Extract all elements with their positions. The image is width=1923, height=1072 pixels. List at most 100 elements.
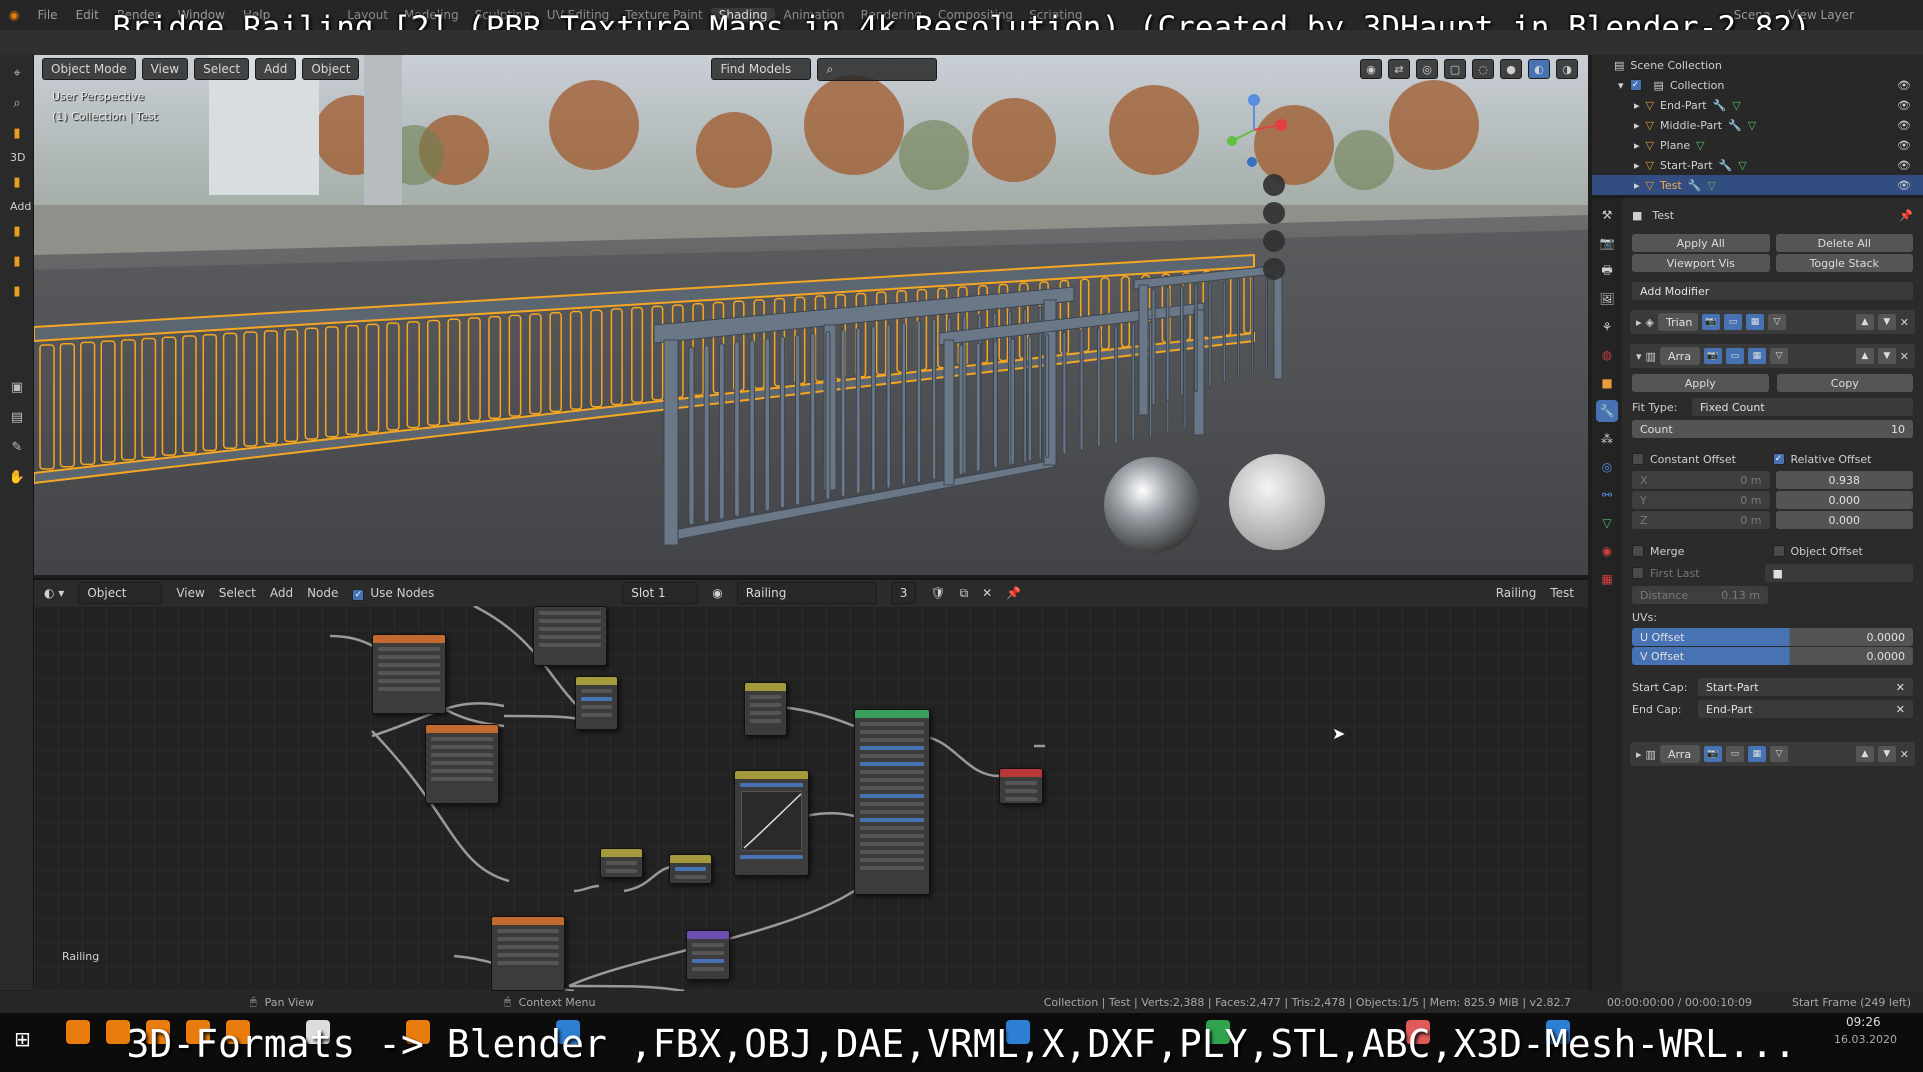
gizmo-toggle-icon[interactable]: ⇄ [1388, 59, 1410, 79]
shading-material-icon[interactable]: ◐ [1528, 59, 1550, 79]
tool-icon[interactable]: ▮ [5, 121, 29, 145]
tool-icon[interactable]: ▮ [5, 170, 29, 194]
remove-modifier-icon[interactable]: ✕ [1900, 316, 1909, 329]
outliner-item-plane[interactable]: ▸ ▽ Plane ▽ 👁 [1592, 135, 1923, 155]
viewport-vis-button[interactable]: Viewport Vis [1632, 254, 1770, 272]
end-cap-field[interactable]: End-Part ✕ [1698, 700, 1913, 718]
show-editmode-icon[interactable]: ▦ [1746, 314, 1764, 330]
eye-icon[interactable]: 👁 [1897, 119, 1911, 132]
show-render-icon[interactable]: 📷 [1703, 348, 1722, 364]
outliner-scene-collection[interactable]: ▤ Scene Collection [1592, 55, 1923, 75]
search-field[interactable]: ⌕ [817, 57, 938, 81]
material-tab-icon[interactable]: ◉ [1596, 540, 1618, 562]
on-cage-icon[interactable]: ▽ [1769, 348, 1788, 364]
modifier-name-field[interactable]: Arra [1659, 347, 1700, 365]
tool-tab-icon[interactable]: ⚒ [1596, 204, 1618, 226]
render-tab-icon[interactable]: 📷 [1596, 232, 1618, 254]
shader-node[interactable] [686, 930, 730, 980]
constant-offset-y[interactable]: Y 0 m [1632, 491, 1770, 509]
outliner-item-middle-part[interactable]: ▸ ▽ Middle-Part 🔧 ▽ 👁 [1592, 115, 1923, 135]
on-cage-icon[interactable]: ▽ [1769, 746, 1788, 762]
viewport-menu-view[interactable]: View [141, 58, 189, 80]
move-up-icon[interactable]: ▲ [1855, 746, 1874, 762]
find-models-dropdown[interactable]: Find Models [711, 58, 812, 80]
move-up-icon[interactable]: ▲ [1855, 348, 1874, 364]
modifier-name-field[interactable]: Arra [1659, 745, 1700, 763]
collection-checkbox[interactable]: ✓ [1629, 79, 1642, 91]
shader-node[interactable] [533, 606, 607, 666]
node-menu-node[interactable]: Node [307, 586, 338, 600]
xray-icon[interactable]: ▢ [1444, 59, 1466, 79]
copy-modifier-button[interactable]: Copy [1776, 374, 1913, 392]
eye-icon[interactable]: 👁 [1897, 79, 1911, 92]
delete-all-button[interactable]: Delete All [1775, 234, 1913, 252]
tool-icon[interactable]: ▮ [5, 279, 29, 303]
texture-tab-icon[interactable]: ▦ [1596, 568, 1618, 590]
merge-distance-field[interactable]: Distance 0.13 m [1632, 586, 1768, 604]
shader-node[interactable] [425, 724, 499, 804]
shading-rendered-icon[interactable]: ◑ [1556, 59, 1578, 79]
expand-arrow-icon[interactable]: ▸ [1634, 179, 1640, 192]
modifier-triangulate-header[interactable]: ▸ ◈ Trian 📷 ▭ ▦ ▽ ▲ ▼ ✕ [1630, 310, 1915, 334]
material-name-field[interactable]: Railing [736, 582, 877, 604]
outliner-item-end-part[interactable]: ▸ ▽ End-Part 🔧 ▽ 👁 [1592, 95, 1923, 115]
cursor-icon[interactable]: ⌖ [5, 61, 29, 85]
eye-icon[interactable]: 👁 [1897, 159, 1911, 172]
tool-icon[interactable]: ▮ [5, 249, 29, 273]
world-tab-icon[interactable]: ◍ [1596, 344, 1618, 366]
physics-tab-icon[interactable]: ◎ [1596, 456, 1618, 478]
constraints-tab-icon[interactable]: ⚯ [1596, 484, 1618, 506]
unlink-material-icon[interactable]: ✕ [982, 586, 992, 600]
pin-icon[interactable]: 📌 [1006, 586, 1021, 600]
fit-type-dropdown[interactable]: Fixed Count [1692, 398, 1913, 416]
rgb-curves-node[interactable] [734, 770, 809, 876]
start-cap-field[interactable]: Start-Part ✕ [1698, 678, 1913, 696]
slot-dropdown[interactable]: Slot 1 [622, 582, 699, 604]
shader-type-dropdown[interactable]: Object [78, 582, 163, 604]
constant-offset-z[interactable]: Z 0 m [1632, 511, 1770, 529]
shader-node[interactable] [575, 676, 618, 730]
relative-offset-x[interactable]: 0.938 [1775, 471, 1913, 489]
visibility-icon[interactable]: ◉ [1360, 59, 1382, 79]
modifier-name-field[interactable]: Trian [1658, 313, 1698, 331]
first-last-checkbox[interactable]: First Last [1632, 567, 1765, 580]
shading-wire-icon[interactable]: ◌ [1472, 59, 1494, 79]
tool-icon[interactable]: ▮ [5, 219, 29, 243]
material-output-node[interactable] [999, 768, 1043, 804]
node-tool-icon[interactable]: ▣ [5, 375, 29, 399]
clear-icon[interactable]: ✕ [1896, 703, 1905, 716]
hand-icon[interactable]: ✋ [5, 465, 29, 489]
count-field[interactable]: Count 10 [1632, 420, 1913, 438]
constant-offset-x[interactable]: X 0 m [1632, 471, 1770, 489]
relative-offset-checkbox[interactable]: ✓ Relative Offset [1772, 453, 1914, 466]
editor-type-icon[interactable]: ◐ ▾ [44, 586, 64, 600]
collapse-arrow-icon[interactable]: ▾ [1636, 350, 1642, 363]
node-menu-view[interactable]: View [176, 586, 204, 600]
apply-modifier-button[interactable]: Apply [1632, 374, 1769, 392]
eye-icon[interactable]: 👁 [1897, 139, 1911, 152]
show-render-icon[interactable]: 📷 [1702, 314, 1720, 330]
expand-arrow-icon[interactable]: ▾ [1618, 79, 1624, 92]
principled-bsdf-node[interactable] [854, 709, 930, 895]
viewport-menu-add[interactable]: Add [255, 58, 297, 80]
use-nodes-checkbox[interactable]: ✓ Use Nodes [352, 586, 434, 601]
show-viewport-icon[interactable]: ▭ [1725, 348, 1744, 364]
relative-offset-z[interactable]: 0.000 [1775, 511, 1913, 529]
shader-node[interactable] [600, 848, 643, 878]
outliner-collection[interactable]: ▾ ✓ ▤ Collection 👁 [1592, 75, 1923, 95]
modifier-array-2-header[interactable]: ▸ ▥ Arra 📷 ▭ ▦ ▽ ▲ ▼ ✕ [1630, 742, 1915, 766]
view-layer-tab-icon[interactable]: 🖼 [1596, 288, 1618, 310]
apply-all-button[interactable]: Apply All [1632, 234, 1770, 252]
fake-user-icon[interactable]: 🛡 [930, 586, 945, 600]
overlay-toggle-icon[interactable]: ◎ [1416, 59, 1438, 79]
shader-node[interactable] [669, 854, 712, 884]
viewport-menu-object[interactable]: Object [302, 58, 360, 80]
search-icon[interactable]: ⌕ [5, 91, 29, 115]
shader-node[interactable] [491, 916, 565, 991]
add-modifier-dropdown[interactable]: Add Modifier [1632, 282, 1913, 300]
remove-modifier-icon[interactable]: ✕ [1900, 748, 1909, 761]
clear-icon[interactable]: ✕ [1896, 681, 1905, 694]
object-tab-icon[interactable]: ■ [1596, 372, 1618, 394]
output-tab-icon[interactable]: 🖶 [1596, 260, 1618, 282]
show-viewport-icon[interactable]: ▭ [1725, 746, 1744, 762]
